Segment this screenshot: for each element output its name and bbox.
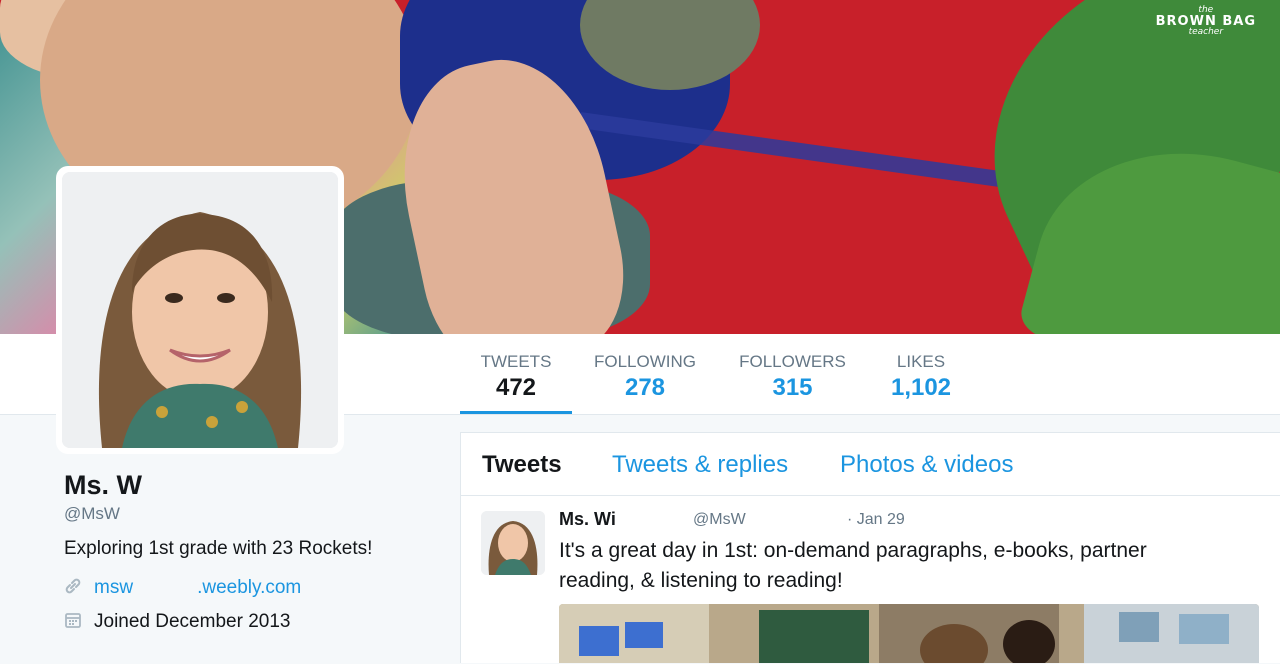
stat-likes-value: 1,102 xyxy=(890,374,952,401)
profile-url[interactable]: msw .weebly.com xyxy=(64,577,301,601)
profile-handle: @MsW xyxy=(64,504,120,523)
brand-logo: the BROWN BAG teacher xyxy=(1155,5,1256,37)
tweet-author-handle[interactable]: @MsW xyxy=(693,511,746,529)
joined-text: Joined December 2013 xyxy=(94,611,291,632)
profile-joined-date: Joined December 2013 xyxy=(64,611,290,635)
stat-following-value: 278 xyxy=(624,374,666,401)
stat-tweets[interactable]: TWEETS 472 xyxy=(460,334,572,414)
timeline-tabs: Tweets Tweets & replies Photos & videos xyxy=(461,433,1280,496)
tweet-avatar[interactable] xyxy=(481,511,545,575)
link-icon xyxy=(64,577,84,601)
tweet-author-name[interactable]: Ms. Wi xyxy=(559,509,616,530)
stat-tweets-value: 472 xyxy=(495,374,537,401)
stat-followers-label: FOLLOWERS xyxy=(739,352,846,371)
tweet-media[interactable] xyxy=(559,604,1259,663)
stat-followers-value: 315 xyxy=(772,374,813,401)
profile-avatar[interactable] xyxy=(56,166,344,454)
stat-following-label: FOLLOWING xyxy=(593,352,696,371)
profile-bio: Exploring 1st grade with 23 Rockets! xyxy=(64,538,373,559)
tab-tweets-replies[interactable]: Tweets & replies xyxy=(612,451,788,479)
avatar-photo xyxy=(62,172,338,448)
profile-url-link[interactable]: msw .weebly.com xyxy=(94,577,301,598)
tweet-text: It's a great day in 1st: on-demand parag… xyxy=(559,539,1147,592)
url-prefix: msw xyxy=(94,577,134,598)
tweet-date[interactable]: · Jan 29 xyxy=(847,511,905,529)
stat-followers[interactable]: FOLLOWERS 315 xyxy=(730,334,855,402)
stat-likes[interactable]: LIKES 1,102 xyxy=(880,334,962,402)
url-suffix: .weebly.com xyxy=(197,577,302,598)
stat-following[interactable]: FOLLOWING 278 xyxy=(585,334,705,402)
timeline: Tweets Tweets & replies Photos & videos … xyxy=(460,432,1280,663)
calendar-icon xyxy=(64,611,84,635)
tab-tweets[interactable]: Tweets xyxy=(482,451,562,479)
stat-tweets-label: TWEETS xyxy=(480,352,552,371)
profile-name: Ms. W xyxy=(64,470,142,500)
stat-likes-label: LIKES xyxy=(896,352,946,371)
tab-photos-videos[interactable]: Photos & videos xyxy=(840,451,1013,479)
